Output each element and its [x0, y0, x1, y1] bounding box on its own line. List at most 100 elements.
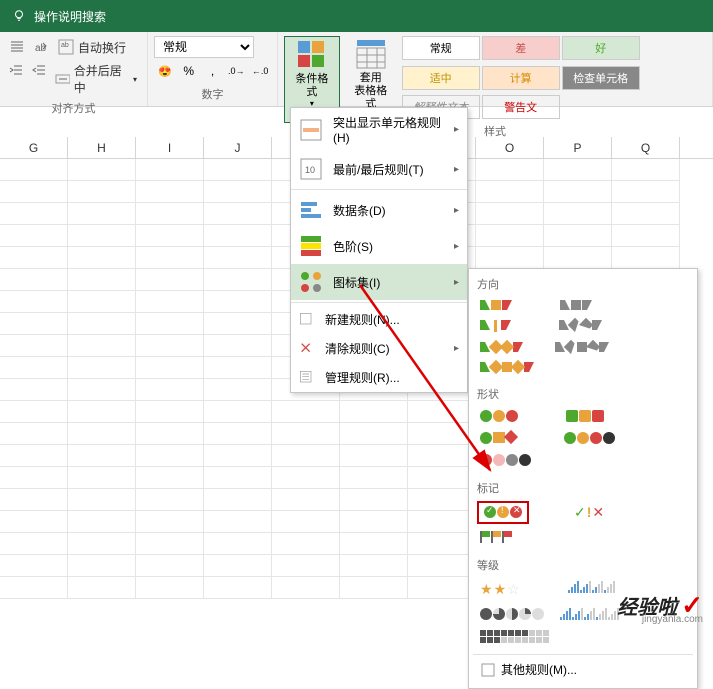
cell[interactable]	[204, 445, 272, 467]
cell[interactable]	[68, 181, 136, 203]
cell[interactable]	[204, 269, 272, 291]
cell[interactable]	[136, 401, 204, 423]
cell[interactable]	[136, 555, 204, 577]
cell[interactable]	[136, 269, 204, 291]
style-calc[interactable]: 计算	[482, 66, 560, 90]
iconset-3-symbols[interactable]: ✓!✕	[571, 501, 607, 524]
menu-clear-rules[interactable]: 清除规则(C) ▸	[291, 334, 467, 363]
cell[interactable]	[612, 181, 680, 203]
cell[interactable]	[0, 379, 68, 401]
cell[interactable]	[204, 357, 272, 379]
cell[interactable]	[272, 467, 340, 489]
col-header[interactable]: Q	[612, 137, 680, 158]
cell[interactable]	[204, 401, 272, 423]
merge-center-button[interactable]: 合并后居中 ▾	[51, 60, 141, 98]
cell[interactable]	[272, 555, 340, 577]
cell[interactable]	[272, 423, 340, 445]
increase-decimal-button[interactable]: .0→	[225, 60, 247, 82]
currency-button[interactable]: 😍	[154, 60, 176, 82]
cell[interactable]	[0, 225, 68, 247]
cell[interactable]	[68, 313, 136, 335]
cell[interactable]	[204, 577, 272, 599]
cell[interactable]	[272, 445, 340, 467]
iconset-4-ratings[interactable]	[565, 578, 618, 601]
cell[interactable]	[0, 159, 68, 181]
cell[interactable]	[204, 313, 272, 335]
cell[interactable]	[204, 489, 272, 511]
cell[interactable]	[272, 577, 340, 599]
cell[interactable]	[136, 313, 204, 335]
cell[interactable]	[408, 467, 476, 489]
cell[interactable]	[204, 467, 272, 489]
cell[interactable]	[0, 181, 68, 203]
cell[interactable]	[612, 247, 680, 269]
cell[interactable]	[476, 181, 544, 203]
col-header[interactable]: H	[68, 137, 136, 158]
cell[interactable]	[0, 577, 68, 599]
cell[interactable]	[340, 533, 408, 555]
cell[interactable]	[68, 379, 136, 401]
increase-indent-button[interactable]	[29, 60, 50, 82]
search-hint[interactable]: 操作说明搜索	[34, 8, 106, 25]
percent-button[interactable]: %	[178, 60, 200, 82]
cell[interactable]	[408, 401, 476, 423]
iconset-5-arrows[interactable]	[477, 359, 537, 375]
wrap-text-button[interactable]: ab 自动换行	[54, 36, 130, 58]
orientation-button[interactable]: ab	[30, 36, 52, 58]
iconset-5-arrows-gray[interactable]	[552, 339, 612, 355]
cell[interactable]	[0, 247, 68, 269]
cell[interactable]	[204, 225, 272, 247]
comma-button[interactable]: ,	[202, 60, 224, 82]
cell[interactable]	[476, 225, 544, 247]
cell[interactable]	[136, 159, 204, 181]
cell[interactable]	[204, 533, 272, 555]
cell[interactable]	[136, 511, 204, 533]
cell[interactable]	[340, 423, 408, 445]
other-rules-item[interactable]: 其他规则(M)...	[473, 654, 693, 684]
cell[interactable]	[0, 335, 68, 357]
iconset-4-arrows-gray[interactable]	[556, 317, 605, 335]
cell[interactable]	[136, 225, 204, 247]
cell[interactable]	[476, 203, 544, 225]
style-normal[interactable]: 常规	[402, 36, 480, 60]
iconset-3-arrows-gray[interactable]	[557, 297, 595, 313]
cell[interactable]	[136, 533, 204, 555]
cell[interactable]	[0, 533, 68, 555]
menu-manage-rules[interactable]: 管理规则(R)...	[291, 363, 467, 392]
style-warning[interactable]: 警告文	[482, 95, 560, 119]
style-check-cell[interactable]: 检查单元格	[562, 66, 640, 90]
cell[interactable]	[136, 291, 204, 313]
cell[interactable]	[0, 313, 68, 335]
cell[interactable]	[136, 489, 204, 511]
cell[interactable]	[136, 247, 204, 269]
cell[interactable]	[68, 577, 136, 599]
cell[interactable]	[0, 467, 68, 489]
iconset-3-symbols-circled[interactable]: ✓!✕	[477, 501, 529, 524]
iconset-3-signs[interactable]	[477, 429, 519, 447]
cell[interactable]	[68, 335, 136, 357]
cell[interactable]	[0, 445, 68, 467]
cell[interactable]	[408, 445, 476, 467]
cell[interactable]	[0, 291, 68, 313]
cell[interactable]	[340, 555, 408, 577]
cell[interactable]	[204, 203, 272, 225]
cell[interactable]	[476, 159, 544, 181]
cell[interactable]	[0, 489, 68, 511]
cell[interactable]	[0, 511, 68, 533]
cell[interactable]	[204, 423, 272, 445]
cell[interactable]	[408, 489, 476, 511]
cell[interactable]	[340, 511, 408, 533]
iconset-3-flags[interactable]: .flag::after{background:var(--fc,#4ea72e…	[477, 528, 515, 546]
cell[interactable]	[408, 555, 476, 577]
cell[interactable]	[204, 555, 272, 577]
cell[interactable]	[204, 181, 272, 203]
iconset-3-triangles[interactable]	[477, 317, 514, 335]
cell[interactable]	[408, 533, 476, 555]
cell[interactable]	[340, 401, 408, 423]
cell[interactable]	[476, 247, 544, 269]
cell[interactable]	[136, 203, 204, 225]
iconset-3-traffic-lights[interactable]	[477, 407, 521, 425]
cell[interactable]	[340, 489, 408, 511]
iconset-3-traffic-rimmed[interactable]	[563, 407, 607, 425]
cell[interactable]	[136, 335, 204, 357]
